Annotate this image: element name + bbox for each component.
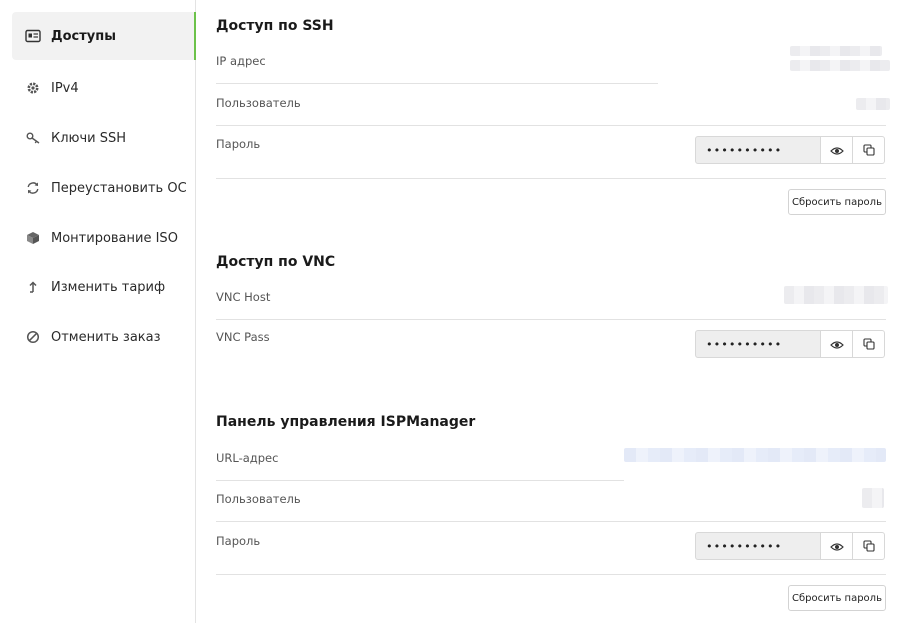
vnc-host-value-redacted [784, 286, 888, 304]
sidebar-item-label: Отменить заказ [51, 329, 161, 345]
isp-reset-password-button[interactable]: Сбросить пароль [788, 585, 886, 611]
copy-icon [862, 537, 875, 556]
sidebar-item-access[interactable]: Доступы [12, 12, 196, 60]
sidebar-item-mount-iso[interactable]: Монтирование ISO [12, 214, 196, 262]
sidebar-item-label: Изменить тариф [51, 279, 166, 295]
id-card-icon [25, 28, 41, 44]
eye-icon [829, 141, 844, 160]
row-divider [216, 83, 658, 84]
sidebar-item-label: IPv4 [51, 80, 79, 96]
ssh-user-value-redacted [856, 98, 890, 110]
row-divider [216, 574, 886, 575]
ssh-section-title: Доступ по SSH [216, 18, 334, 34]
url-address-label: URL-адрес [216, 451, 279, 465]
sidebar-item-label: Переустановить ОС [51, 180, 187, 196]
isp-user-value-redacted [862, 488, 884, 508]
ssh-password-group: •••••••••• [695, 136, 885, 164]
sidebar-item-cancel-order[interactable]: Отменить заказ [12, 313, 196, 361]
sidebar-item-label: Монтирование ISO [51, 230, 178, 246]
eye-icon [829, 335, 844, 354]
ispmanager-section-title: Панель управления ISPManager [216, 414, 476, 430]
ssh-user-label: Пользователь [216, 96, 301, 110]
key-icon [25, 130, 41, 146]
row-divider [216, 178, 886, 179]
vnc-password-field[interactable]: •••••••••• [695, 330, 821, 358]
isp-user-label: Пользователь [216, 492, 301, 506]
show-password-button[interactable] [821, 532, 853, 560]
sidebar-item-label: Ключи SSH [51, 130, 127, 146]
row-divider [216, 521, 886, 522]
show-password-button[interactable] [821, 330, 853, 358]
refresh-icon [25, 180, 41, 196]
vnc-pass-label: VNC Pass [216, 330, 270, 344]
arrow-up-icon [25, 279, 41, 295]
copy-password-button[interactable] [853, 330, 885, 358]
ip-address-label: IP адрес [216, 54, 266, 68]
sidebar-item-label: Доступы [51, 28, 116, 44]
vnc-password-group: •••••••••• [695, 330, 885, 358]
row-divider [216, 480, 624, 481]
show-password-button[interactable] [821, 136, 853, 164]
vnc-host-label: VNC Host [216, 290, 271, 304]
row-divider [216, 125, 886, 126]
sidebar-item-ipv4[interactable]: IPv4 [12, 64, 196, 112]
isp-password-field[interactable]: •••••••••• [695, 532, 821, 560]
isp-password-label: Пароль [216, 534, 261, 548]
url-address-value-redacted [624, 448, 886, 462]
access-panel: Доступ по SSH IP адрес Пользователь Паро… [216, 0, 890, 623]
sidebar-item-ssh-keys[interactable]: Ключи SSH [12, 114, 196, 162]
isp-password-group: •••••••••• [695, 532, 885, 560]
copy-password-button[interactable] [853, 532, 885, 560]
gear-icon [25, 80, 41, 96]
row-divider [216, 319, 886, 320]
ip-address-value-redacted [790, 46, 882, 56]
ssh-password-label: Пароль [216, 137, 261, 151]
cancel-icon [25, 329, 41, 345]
vnc-section-title: Доступ по VNC [216, 254, 336, 270]
sidebar-item-reinstall-os[interactable]: Переустановить ОС [12, 164, 196, 212]
copy-icon [862, 141, 875, 160]
ip-address-value-redacted [790, 60, 890, 71]
ssh-password-field[interactable]: •••••••••• [695, 136, 821, 164]
sidebar-item-change-tariff[interactable]: Изменить тариф [12, 263, 196, 311]
ssh-reset-password-button[interactable]: Сбросить пароль [788, 189, 886, 215]
copy-password-button[interactable] [853, 136, 885, 164]
eye-icon [829, 537, 844, 556]
cube-icon [25, 230, 41, 246]
copy-icon [862, 335, 875, 354]
sidebar: Доступы IPv4 Ключи SSH Переустановить ОС… [0, 0, 196, 623]
